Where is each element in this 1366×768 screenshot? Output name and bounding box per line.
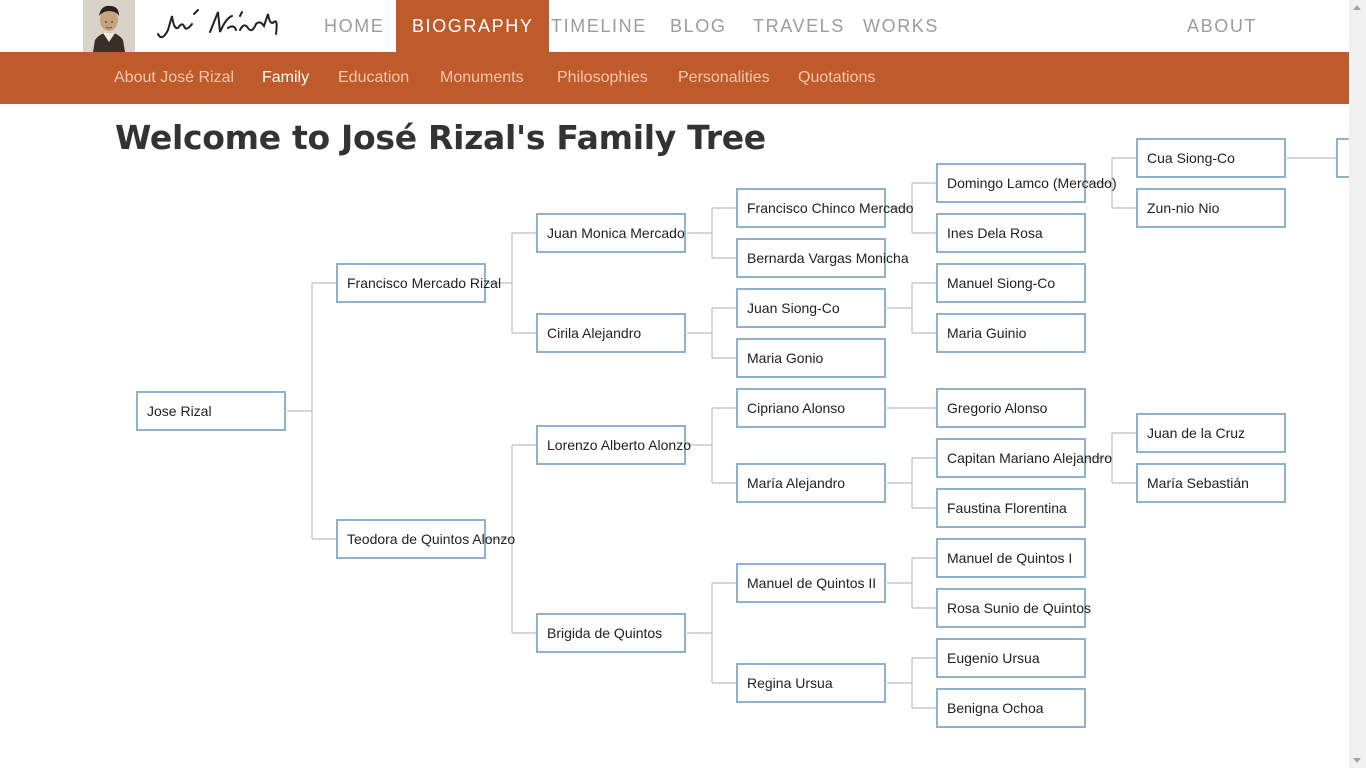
tree-node-gen3[interactable]: Bernarda Vargas Monicha (736, 238, 909, 278)
tree-node-gen5[interactable]: Zun-nio Nio (1136, 188, 1286, 228)
tree-node-root[interactable]: Jose Rizal (136, 391, 286, 431)
tree-node-gen4[interactable]: Faustina Florentina (936, 488, 1086, 528)
scroll-up-arrow-icon[interactable] (1353, 5, 1361, 10)
tree-node-gen4[interactable]: Eugenio Ursua (936, 638, 1086, 678)
tree-node-gen3[interactable]: Manuel de Quintos II (736, 563, 886, 603)
tree-node-gen3[interactable]: Regina Ursua (736, 663, 886, 703)
tree-node-gen4[interactable]: Benigna Ochoa (936, 688, 1086, 728)
tree-node-gen4[interactable]: Manuel Siong-Co (936, 263, 1086, 303)
tree-node-gen4[interactable]: Manuel de Quintos I (936, 538, 1086, 578)
tree-node-gen4[interactable]: Ines Dela Rosa (936, 213, 1086, 253)
tree-node-gen3[interactable]: Juan Siong-Co (736, 288, 886, 328)
tree-node-maternal-grandmother[interactable]: Brigida de Quintos (536, 613, 686, 653)
tree-node-mother[interactable]: Teodora de Quintos Alonzo (336, 519, 515, 559)
tree-node-gen4[interactable]: Gregorio Alonso (936, 388, 1086, 428)
tree-node-gen5[interactable]: María Sebastián (1136, 463, 1286, 503)
tree-node-gen3[interactable]: Maria Gonio (736, 338, 886, 378)
tree-node-gen4[interactable]: Maria Guinio (936, 313, 1086, 353)
tree-node-gen3[interactable]: Francisco Chinco Mercado (736, 188, 914, 228)
tree-node-gen4[interactable]: Domingo Lamco (Mercado) (936, 163, 1117, 203)
scroll-down-arrow-icon[interactable] (1353, 758, 1361, 763)
tree-node-paternal-grandmother[interactable]: Cirila Alejandro (536, 313, 686, 353)
tree-node-gen6-partial[interactable] (1336, 138, 1349, 178)
tree-node-gen5[interactable]: Cua Siong-Co (1136, 138, 1286, 178)
tree-node-paternal-grandfather[interactable]: Juan Monica Mercado (536, 213, 686, 253)
tree-node-gen3[interactable]: María Alejandro (736, 463, 886, 503)
tree-node-gen4[interactable]: Rosa Sunio de Quintos (936, 588, 1091, 628)
tree-node-gen5[interactable]: Juan de la Cruz (1136, 413, 1286, 453)
tree-node-gen4[interactable]: Capitan Mariano Alejandro (936, 438, 1112, 478)
tree-node-father[interactable]: Francisco Mercado Rizal (336, 263, 501, 303)
tree-node-maternal-grandfather[interactable]: Lorenzo Alberto Alonzo (536, 425, 691, 465)
tree-node-gen3[interactable]: Cipriano Alonso (736, 388, 886, 428)
vertical-scrollbar[interactable] (1349, 0, 1366, 768)
